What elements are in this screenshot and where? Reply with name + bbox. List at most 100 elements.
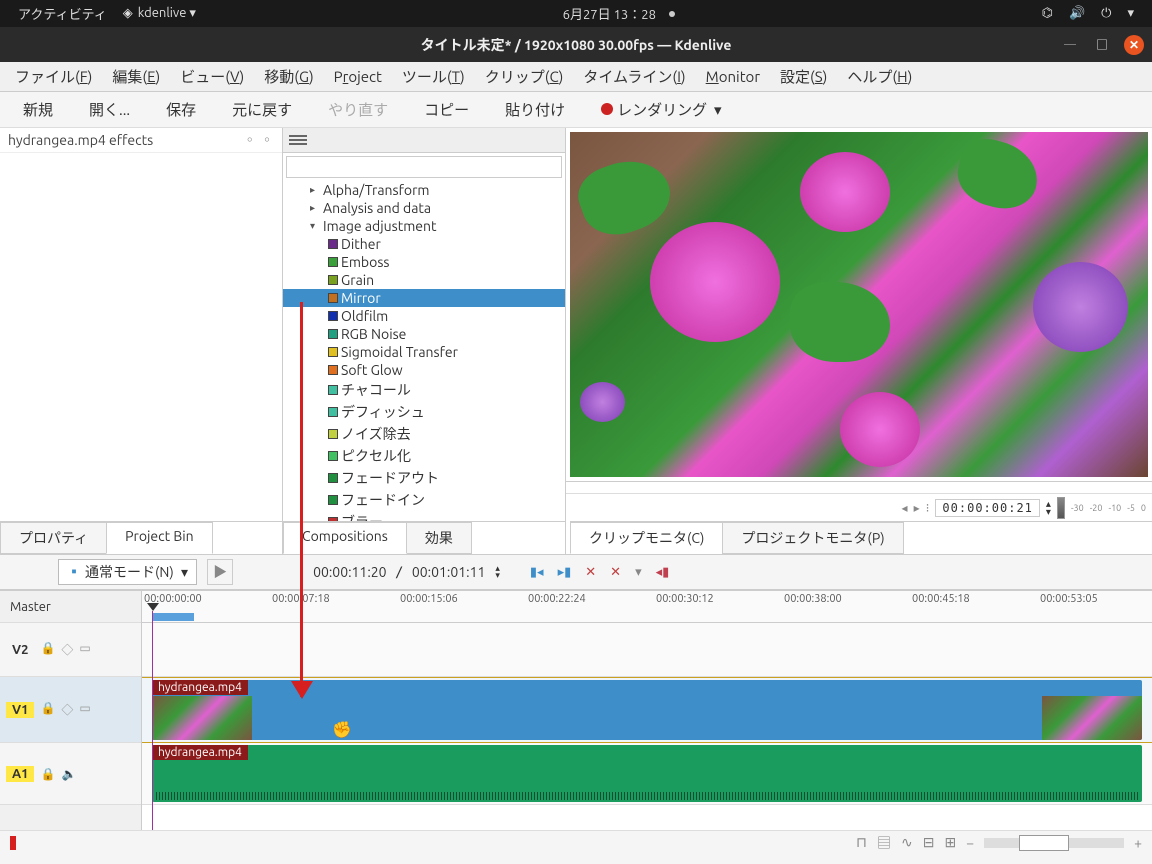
effect-charcoal[interactable]: チャコール xyxy=(283,379,565,401)
menu-tool[interactable]: ツール(T) xyxy=(392,62,475,91)
zone-in-icon[interactable]: ▮◂ xyxy=(530,565,544,580)
zoom-slider[interactable] xyxy=(984,838,1124,848)
master-track-header[interactable]: Master xyxy=(0,591,141,623)
tab-clip-monitor[interactable]: クリップモニタ(C) xyxy=(570,522,723,554)
tab-properties[interactable]: プロパティ xyxy=(0,522,107,554)
waveform-icon[interactable]: ∿ xyxy=(901,834,913,851)
effects-search-input[interactable] xyxy=(286,156,562,178)
effect-denoise[interactable]: ノイズ除去 xyxy=(283,423,565,445)
undo-button[interactable]: 元に戻す xyxy=(214,95,310,124)
track-header-v1[interactable]: V1 🔒◇▭ xyxy=(0,677,141,743)
mute-icon[interactable]: 🔈 xyxy=(61,767,76,781)
power-icon[interactable]: ⏻ xyxy=(1093,6,1119,21)
menu-project[interactable]: Project xyxy=(324,64,392,89)
category-image-adjustment[interactable]: ▾Image adjustment xyxy=(283,217,565,235)
menu-view[interactable]: ビュー(V) xyxy=(170,62,254,91)
hide-icon[interactable]: ▭ xyxy=(79,641,90,658)
timeline-tracks[interactable]: 00:00:00:00 00:00:07:18 00:00:15:06 00:0… xyxy=(142,591,1152,830)
effect-soft-glow[interactable]: Soft Glow xyxy=(283,361,565,379)
effect-fadeout[interactable]: フェードアウト xyxy=(283,467,565,489)
clock[interactable]: 6月27日 13：28 xyxy=(555,4,683,23)
new-button[interactable]: 新規 xyxy=(5,95,71,124)
effect-rgb-noise[interactable]: RGB Noise xyxy=(283,325,565,343)
monitor-more-icon[interactable]: ⁝ xyxy=(926,501,930,515)
effect-fadein[interactable]: フェードイン xyxy=(283,489,565,511)
marker-icon[interactable]: ◂▮ xyxy=(656,565,670,580)
track-a1[interactable]: hydrangea.mp4 xyxy=(142,743,1152,805)
timecode-stepper-icon[interactable]: ▴▾ xyxy=(1046,500,1051,516)
menu-edit[interactable]: 編集(E) xyxy=(102,62,170,91)
render-button[interactable]: レンダリング ▾ xyxy=(583,95,739,124)
menu-help[interactable]: ヘルプ(H) xyxy=(837,62,922,91)
monitor-prev-icon[interactable]: ◂ xyxy=(902,501,908,515)
network-icon[interactable]: ⌬ xyxy=(1034,6,1061,21)
system-menu-icon[interactable]: ▾ xyxy=(1119,6,1142,21)
paste-button[interactable]: 貼り付け xyxy=(487,95,583,124)
category-analysis-data[interactable]: ▸Analysis and data xyxy=(283,199,565,217)
zoom-in-icon[interactable]: + xyxy=(1134,835,1142,851)
delete-icon[interactable]: ✕ xyxy=(585,565,596,580)
activities-button[interactable]: アクティビティ xyxy=(10,4,115,23)
track-v2[interactable] xyxy=(142,623,1152,677)
zoom-out-icon[interactable]: − xyxy=(966,835,974,851)
mute-icon[interactable]: ◇ xyxy=(61,701,73,718)
hamburger-icon[interactable] xyxy=(289,135,307,145)
tab-compositions[interactable]: CCompositionsompositions xyxy=(283,522,407,554)
track-header-a1[interactable]: A1 🔒🔈 xyxy=(0,743,141,805)
clip-audio-hydrangea[interactable]: hydrangea.mp4 xyxy=(152,745,1142,802)
track-v1[interactable]: hydrangea.mp4 xyxy=(142,677,1152,743)
menu-move[interactable]: 移動(G) xyxy=(254,62,323,91)
lock-icon[interactable]: 🔒 xyxy=(40,701,55,718)
tab-project-bin[interactable]: Project Bin xyxy=(106,522,213,554)
effect-dither[interactable]: Dither xyxy=(283,235,565,253)
app-menu[interactable]: ◈ kdenlive ▾ xyxy=(115,6,204,21)
play-button[interactable]: ▶ xyxy=(207,559,233,585)
lock-icon[interactable]: 🔒 xyxy=(40,641,55,658)
effect-sigmoidal[interactable]: Sigmoidal Transfer xyxy=(283,343,565,361)
delete2-icon[interactable]: ✕ xyxy=(610,565,621,580)
volume-icon[interactable]: 🔊 xyxy=(1061,6,1093,21)
timeline-ruler[interactable]: 00:00:00:00 00:00:07:18 00:00:15:06 00:0… xyxy=(142,591,1152,623)
lock-icon[interactable]: 🔒 xyxy=(40,767,55,781)
zone-indicator[interactable] xyxy=(152,613,194,621)
panel-close-icon[interactable]: ◦ ◦ xyxy=(243,130,274,150)
effect-emboss[interactable]: Emboss xyxy=(283,253,565,271)
tab-project-monitor[interactable]: プロジェクトモニタ(P) xyxy=(722,522,903,554)
maximize-button[interactable]: □ xyxy=(1092,35,1112,55)
effect-pixelize[interactable]: ピクセル化 xyxy=(283,445,565,467)
category-alpha-transform[interactable]: ▸Alpha/Transform xyxy=(283,181,565,199)
preview-viewport[interactable] xyxy=(570,132,1148,477)
tab-effects[interactable]: 効果 xyxy=(406,522,472,554)
open-button[interactable]: 開く... xyxy=(71,95,148,124)
minimize-button[interactable]: ─ xyxy=(1060,35,1080,55)
effect-grain[interactable]: Grain xyxy=(283,271,565,289)
track-header-v2[interactable]: V2 🔒◇▭ xyxy=(0,623,141,677)
hide-icon[interactable]: ▭ xyxy=(79,701,90,718)
clip-video-hydrangea[interactable]: hydrangea.mp4 xyxy=(152,680,1142,740)
snap-icon[interactable]: ⊓ xyxy=(856,834,867,851)
tc-stepper-icon[interactable]: ▴▾ xyxy=(495,565,500,579)
playhead[interactable] xyxy=(152,611,153,830)
thumbs-icon[interactable]: ▤ xyxy=(877,833,891,853)
monitor-timecode[interactable]: 00:00:00:21 xyxy=(935,499,1039,517)
tags-icon[interactable]: ⊞ xyxy=(944,834,956,851)
effects-tree[interactable]: ▸Alpha/Transform ▸Analysis and data ▾Ima… xyxy=(283,181,565,521)
redo-button[interactable]: やり直す xyxy=(310,95,406,124)
save-button[interactable]: 保存 xyxy=(148,95,214,124)
edit-mode-select[interactable]: ▪通常モード(N) ▾ xyxy=(58,559,197,585)
menu-settings[interactable]: 設定(S) xyxy=(770,62,837,91)
monitor-next-icon[interactable]: ▸ xyxy=(914,501,920,515)
effect-blur[interactable]: ブラー xyxy=(283,511,565,521)
monitor-ruler[interactable] xyxy=(566,481,1152,493)
menu-file[interactable]: ファイル(F) xyxy=(5,62,102,91)
close-button[interactable]: ✕ xyxy=(1124,35,1144,55)
menu-timeline[interactable]: タイムライン(I) xyxy=(573,62,695,91)
menu-monitor[interactable]: Monitor xyxy=(696,64,770,89)
effect-defish[interactable]: デフィッシュ xyxy=(283,401,565,423)
effect-mirror[interactable]: Mirror xyxy=(283,289,565,307)
tool-dropdown-icon[interactable]: ▾ xyxy=(635,565,642,580)
copy-button[interactable]: コピー xyxy=(406,95,487,124)
effect-oldfilm[interactable]: Oldfilm xyxy=(283,307,565,325)
markers-icon[interactable]: ⊟ xyxy=(923,834,935,851)
mute-icon[interactable]: ◇ xyxy=(61,641,73,658)
